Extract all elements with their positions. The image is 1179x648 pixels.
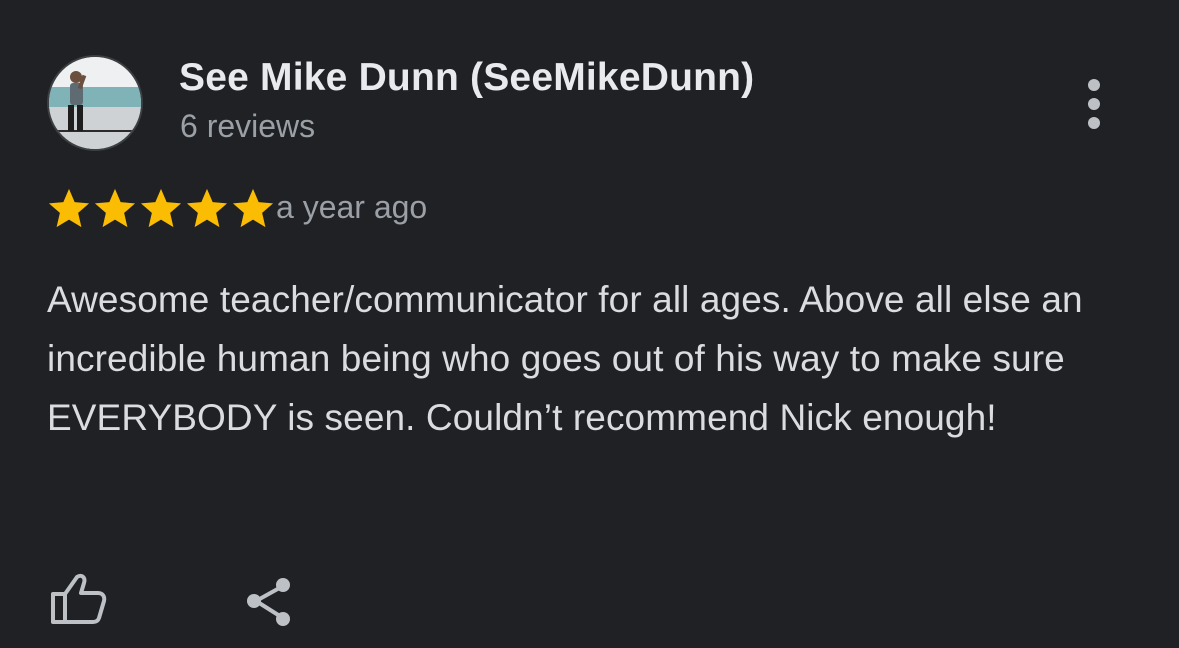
author-name[interactable]: See Mike Dunn (SeeMikeDunn) — [179, 56, 754, 100]
like-button[interactable] — [48, 572, 108, 626]
review-card: See Mike Dunn (SeeMikeDunn) 6 reviews a … — [0, 0, 1179, 648]
star-icon — [231, 187, 275, 229]
share-button[interactable] — [243, 574, 295, 628]
author-review-count: 6 reviews — [180, 108, 316, 144]
more-options-button[interactable] — [1072, 74, 1116, 134]
more-vert-icon-dot-3 — [1088, 117, 1100, 129]
avatar-photo — [49, 57, 141, 149]
review-text: Awesome teacher/communicator for all age… — [47, 279, 1083, 438]
review-timestamp: a year ago — [276, 189, 428, 225]
star-icon — [47, 187, 91, 229]
star-rating — [47, 187, 275, 229]
author-avatar[interactable] — [47, 55, 143, 151]
star-icon — [93, 187, 137, 229]
star-icon — [185, 187, 229, 229]
star-icon — [139, 187, 183, 229]
thumbs-up-icon — [51, 573, 107, 624]
more-vert-icon-dot-2 — [1088, 98, 1100, 110]
more-vert-icon-dot-1 — [1088, 79, 1100, 91]
share-icon — [247, 578, 290, 626]
